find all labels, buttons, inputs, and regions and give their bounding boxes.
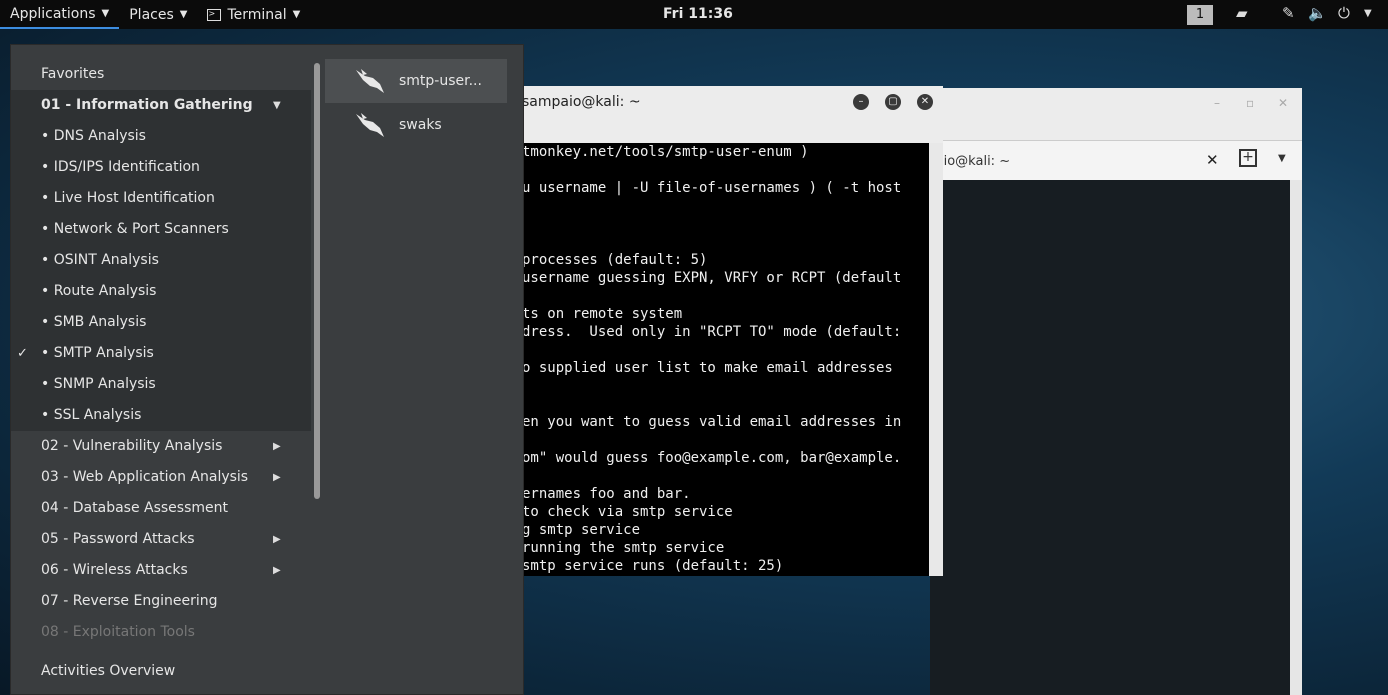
places-menu[interactable]: Places ▼	[119, 0, 197, 29]
close-icon[interactable]: ✕	[917, 94, 933, 110]
app-smtp-user-enum[interactable]: smtp-user...	[325, 59, 507, 103]
activities-overview[interactable]: Activities Overview	[41, 663, 175, 679]
chevron-down-icon: ▼	[273, 100, 281, 111]
terminal-text: tmonkey.net/tools/smtp-user-enum ) u use…	[522, 144, 902, 574]
app-swaks[interactable]: swaks	[325, 103, 507, 147]
category-database-assessment[interactable]: 04 - Database Assessment	[11, 493, 311, 524]
chevron-down-icon: ▼	[101, 8, 110, 19]
subcategory-dns-analysis[interactable]: • DNS Analysis	[11, 121, 311, 152]
minimize-icon[interactable]: –	[853, 94, 869, 110]
category-vulnerability-analysis[interactable]: 02 - Vulnerability Analysis ▶	[11, 431, 311, 462]
video-camera-icon[interactable]: ▰	[1236, 4, 1248, 22]
chevron-down-icon: ▼	[179, 9, 188, 20]
background-terminal-window[interactable]: – ▫ ✕ sampaio@kali: ~ ✕ + ▼	[900, 88, 1302, 695]
chevron-right-icon: ▶	[273, 534, 281, 545]
terminal-body[interactable]	[930, 180, 1290, 695]
workspace-indicator[interactable]: 1	[1187, 5, 1213, 25]
top-bar: Applications ▼ Places ▼ > Terminal ▼ Fri…	[0, 0, 1388, 29]
window-title: sampaio@kali: ~	[522, 94, 641, 110]
applications-label: Applications	[10, 5, 96, 22]
subcategory-snmp-analysis[interactable]: • SNMP Analysis	[11, 369, 311, 400]
tab-close-icon[interactable]: ✕	[1206, 151, 1219, 169]
check-icon: ✓	[17, 346, 28, 361]
scrollbar[interactable]	[929, 143, 943, 576]
category-password-attacks[interactable]: 05 - Password Attacks ▶	[11, 524, 311, 555]
app-list: smtp-user... swaks	[325, 59, 507, 147]
terminal-icon: >	[207, 8, 222, 21]
terminal-label: Terminal	[227, 6, 287, 23]
pen-icon[interactable]: ✎	[1282, 4, 1295, 22]
subcategory-smtp-analysis[interactable]: ✓ • SMTP Analysis	[11, 338, 311, 369]
app-label: smtp-user...	[399, 73, 482, 89]
category-wireless-attacks[interactable]: 06 - Wireless Attacks ▶	[11, 555, 311, 586]
category-list: Favorites 01 - Information Gathering ▼ • …	[11, 59, 311, 648]
app-label: swaks	[399, 117, 442, 133]
subcategory-smb-analysis[interactable]: • SMB Analysis	[11, 307, 311, 338]
chevron-down-icon[interactable]: ▼	[1278, 153, 1286, 164]
subcategory-route-analysis[interactable]: • Route Analysis	[11, 276, 311, 307]
chevron-right-icon: ▶	[273, 441, 281, 452]
chevron-down-icon[interactable]: ▼	[1364, 8, 1372, 19]
subcategory-osint-analysis[interactable]: • OSINT Analysis	[11, 245, 311, 276]
applications-menu-popup: Favorites 01 - Information Gathering ▼ • …	[10, 44, 524, 695]
maximize-icon[interactable]: ▫	[1246, 96, 1254, 110]
subcategory-ssl-analysis[interactable]: • SSL Analysis	[11, 400, 311, 431]
terminal-app-menu[interactable]: > Terminal ▼	[197, 0, 310, 29]
window-header: sampaio@kali: ~ – ▢ ✕	[470, 86, 943, 143]
places-label: Places	[129, 6, 174, 23]
kali-dragon-icon	[356, 113, 384, 137]
category-reverse-engineering[interactable]: 07 - Reverse Engineering	[11, 586, 311, 617]
chevron-right-icon: ▶	[273, 472, 281, 483]
category-exploitation-tools[interactable]: 08 - Exploitation Tools	[11, 617, 311, 648]
power-icon[interactable]: ⏻	[1338, 4, 1350, 22]
chevron-down-icon: ▼	[292, 9, 301, 20]
menu-scrollbar[interactable]	[314, 63, 320, 499]
subcategory-live-host-identification[interactable]: • Live Host Identification	[11, 183, 311, 214]
scrollbar[interactable]	[1290, 180, 1302, 695]
chevron-right-icon: ▶	[273, 565, 281, 576]
window-header: – ▫ ✕	[930, 88, 1302, 140]
close-icon[interactable]: ✕	[1278, 96, 1288, 110]
subcategory-ids-ips-identification[interactable]: • IDS/IPS Identification	[11, 152, 311, 183]
minimize-icon[interactable]: –	[1214, 96, 1220, 110]
terminal-window[interactable]: sampaio@kali: ~ – ▢ ✕ tmonkey.net/tools/…	[470, 86, 943, 576]
applications-menu[interactable]: Applications ▼	[0, 0, 120, 29]
category-favorites[interactable]: Favorites	[11, 59, 311, 90]
category-web-application-analysis[interactable]: 03 - Web Application Analysis ▶	[11, 462, 311, 493]
terminal-output[interactable]: tmonkey.net/tools/smtp-user-enum ) u use…	[470, 143, 929, 576]
kali-dragon-icon	[356, 69, 384, 93]
clock[interactable]: Fri 11:36	[663, 6, 733, 22]
tab-bar: sampaio@kali: ~ ✕ + ▼	[900, 140, 1302, 180]
maximize-icon[interactable]: ▢	[885, 94, 901, 110]
volume-icon[interactable]: 🔈	[1308, 4, 1327, 22]
category-information-gathering[interactable]: 01 - Information Gathering ▼	[11, 90, 311, 121]
subcategory-network-port-scanners[interactable]: • Network & Port Scanners	[11, 214, 311, 245]
new-tab-icon[interactable]: +	[1239, 149, 1257, 167]
